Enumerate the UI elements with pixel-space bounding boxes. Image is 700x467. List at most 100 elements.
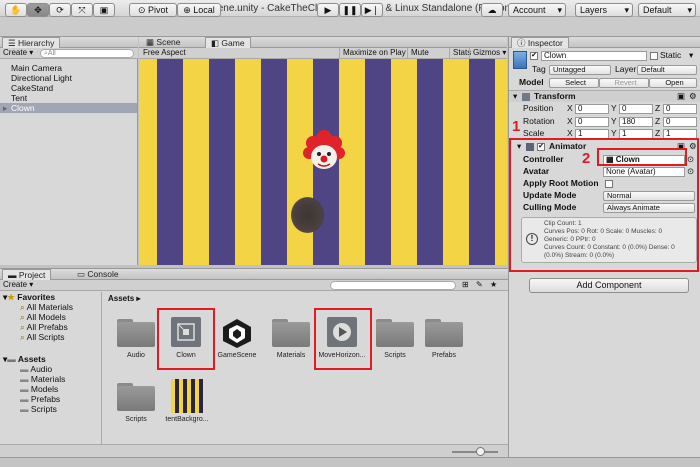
favorite-label: All Models [26,312,66,322]
assets-breadcrumb[interactable]: Assets ▸ [108,294,141,303]
assets-folder-models[interactable]: ▬ Models [0,384,101,394]
help-icon[interactable]: ▣ [677,91,685,102]
folder-label: Materials [30,374,66,384]
position-x-field[interactable]: 0 [575,104,609,114]
rotate-icon: ⟳ [56,5,64,15]
model-revert-button[interactable]: Revert [599,78,649,88]
hierarchy-item-directional-light[interactable]: Directional Light [0,73,137,83]
filter-label-icon[interactable]: ✎ [476,280,483,290]
collapse-arrow-icon[interactable]: ▾ [513,91,517,102]
layout-dropdown[interactable]: Default ▾ [638,3,696,17]
gear-icon[interactable]: ⚙ [689,91,697,102]
tab-project[interactable]: ▬ Project [2,269,52,280]
gizmos-dropdown[interactable]: Gizmos ▾ [469,48,507,58]
transform-header[interactable]: ▾ Transform ▣ ⚙ [509,90,700,102]
static-checkbox[interactable] [650,52,658,60]
favorite-star-icon[interactable]: ★ [490,280,497,290]
game-icon: ◧ [211,38,222,48]
project-search-input[interactable] [330,281,456,290]
active-checkbox[interactable]: ✔ [530,52,538,60]
rect-tool-button[interactable]: ▣ [93,3,115,17]
scale-tool-button[interactable]: ⤧ [71,3,93,17]
add-component-button[interactable]: Add Component [529,278,689,293]
model-open-button[interactable]: Open [649,78,697,88]
static-label: Static [660,50,682,60]
hierarchy-item-tent[interactable]: Tent [0,93,137,103]
layer-dropdown[interactable]: Default [637,65,697,75]
hierarchy-create-button[interactable]: Create ▾ [3,48,33,58]
hierarchy-search-input[interactable]: ⌕All [40,49,134,58]
rotation-y-field[interactable]: 180 [619,117,653,127]
tab-inspector[interactable]: ⓘ Inspector [511,37,569,48]
asset-label: Scripts [384,352,406,359]
asset-scripts[interactable]: Scripts [110,381,162,423]
favorites-item-all-scripts[interactable]: ⌕ All Scripts [0,332,101,342]
hierarchy-item-main-camera[interactable]: Main Camera [0,63,137,73]
local-button[interactable]: ⊕ Local [177,3,221,17]
assets-section[interactable]: ▾▬ Assets [0,354,101,364]
move-tool-button[interactable]: ✥ [27,3,49,17]
search-icon: ⌕ [20,322,25,332]
rotation-z-field[interactable]: 0 [663,117,697,127]
hand-tool-button[interactable]: ✋ [5,3,27,17]
asset-tent-background[interactable]: tentBackgro... [161,379,213,423]
expand-arrow-icon[interactable]: ▸ [3,103,7,113]
tab-game[interactable]: ◧ Game [205,37,251,48]
stats-toggle[interactable]: Stats [449,48,471,58]
layers-dropdown[interactable]: Layers ▾ [575,3,633,17]
thumbnail-stripe [199,379,203,413]
project-create-button[interactable]: Create ▾ [3,280,33,290]
account-dropdown[interactable]: Account ▾ [508,3,566,17]
chevron-down-icon[interactable]: ▾ [689,50,693,61]
project-tab-label: Project [18,270,46,280]
favorites-item-all-materials[interactable]: ⌕ All Materials [0,302,101,312]
asset-folder-audio[interactable]: Audio [110,317,162,359]
tent-stripe [235,59,261,265]
asset-label: Materials [276,352,306,359]
rotate-tool-button[interactable]: ⟳ [49,3,71,17]
folder-icon [272,317,310,347]
hierarchy-item-cakestand[interactable]: CakeStand [0,83,137,93]
step-button[interactable]: ▶❘ [361,3,383,17]
favorites-item-all-models[interactable]: ⌕ All Models [0,312,101,322]
assets-folder-scripts[interactable]: ▬ Scripts [0,404,101,414]
layout-label: Default [643,5,672,15]
maximize-on-play-toggle[interactable]: Maximize on Play [339,48,407,58]
tag-dropdown[interactable]: Untagged [549,65,611,75]
favorites-section[interactable]: ▾★ Favorites [0,292,101,302]
position-x-label: X [567,103,573,113]
pivot-button[interactable]: ⊙ Pivot [129,3,177,17]
tab-hierarchy[interactable]: ☰ Hierarchy [2,37,61,48]
cloud-button[interactable]: ☁ [481,3,503,17]
hierarchy-list: Main Camera Directional Light CakeStand … [0,63,137,113]
hierarchy-item-clown[interactable]: ▸ Clown [0,103,137,113]
filter-type-icon[interactable]: ⊞ [462,280,469,290]
position-z-field[interactable]: 0 [663,104,697,114]
asset-gamescene[interactable]: GameScene [211,317,263,359]
game-view[interactable] [139,59,507,265]
assets-folder-audio[interactable]: ▬ Audio [0,364,101,374]
transform-icon [522,93,530,101]
aspect-dropdown[interactable]: Free Aspect [143,48,186,58]
asset-folder-materials[interactable]: Materials [265,317,317,359]
tab-scene[interactable]: ▦ Scene [141,37,186,48]
slider-handle[interactable] [476,447,485,456]
asset-folder-scripts[interactable]: Scripts [369,317,421,359]
favorites-item-all-prefabs[interactable]: ⌕ All Prefabs [0,322,101,332]
project-tabs: ▬ Project ▭ Console [0,269,508,280]
rotation-x-field[interactable]: 0 [575,117,609,127]
inspector-tab-label: Inspector [527,38,563,48]
tab-console[interactable]: ▭ Console [72,269,124,280]
model-select-button[interactable]: Select [549,78,599,88]
chevron-down-icon: ▾ [624,5,629,15]
assets-folder-prefabs[interactable]: ▬ Prefabs [0,394,101,404]
folder-icon: ▬ [20,404,29,414]
asset-folder-prefabs[interactable]: Prefabs [418,317,470,359]
position-y-field[interactable]: 0 [619,104,653,114]
search-icon: ⌕ [20,332,25,342]
assets-folder-materials[interactable]: ▬ Materials [0,374,101,384]
icon-size-slider[interactable] [452,451,498,453]
pause-button[interactable]: ❚❚ [339,3,361,17]
play-button[interactable]: ▶ [317,3,339,17]
object-name-field[interactable]: Clown [541,51,647,61]
